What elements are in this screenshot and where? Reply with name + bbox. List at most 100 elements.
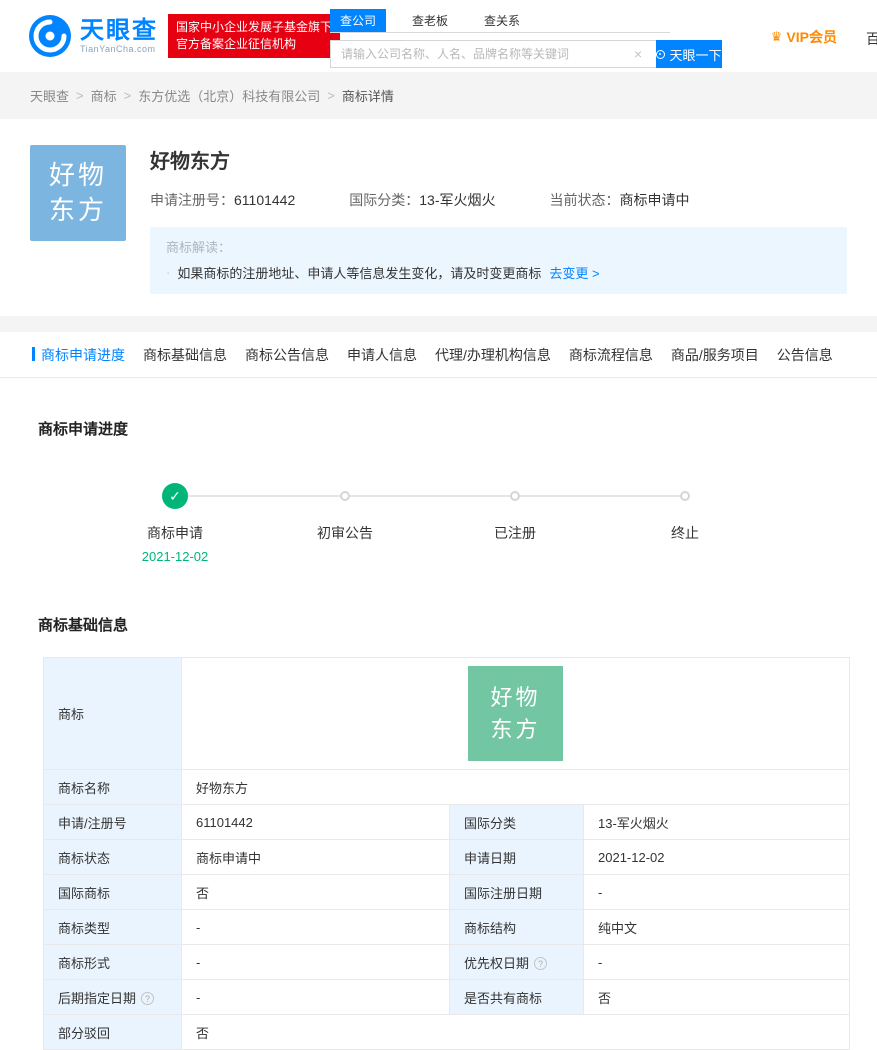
detail-tabbar: 商标申请进度 商标基础信息 商标公告信息 申请人信息 代理/办理机构信息 商标流… bbox=[0, 332, 877, 378]
row-value: - bbox=[181, 979, 450, 1015]
row-value: 纯中文 bbox=[583, 909, 850, 945]
row-label: 优先权日期? bbox=[449, 944, 584, 980]
gov-badge-line1: 国家中小企业发展子基金旗下 bbox=[176, 19, 333, 34]
row-value: 否 bbox=[181, 874, 450, 910]
row-value: - bbox=[181, 909, 450, 945]
row-label: 申请/注册号 bbox=[43, 804, 182, 840]
pending-dot-icon bbox=[340, 491, 350, 501]
row-value: - bbox=[583, 874, 850, 910]
vip-label: VIP会员 bbox=[786, 29, 837, 45]
trademark-meta: 申请注册号：61101442 国际分类：13-军火烟火 当前状态：商标申请中 bbox=[150, 190, 847, 210]
meta-status: 当前状态：商标申请中 bbox=[549, 192, 690, 208]
search-tab-boss[interactable]: 查老板 bbox=[402, 9, 458, 32]
logo-title: 天眼查 bbox=[80, 17, 158, 45]
row-label: 商标名称 bbox=[43, 769, 182, 805]
breadcrumb-separator: > bbox=[123, 88, 132, 103]
trademark-table-image: 好物 东方 bbox=[468, 666, 563, 761]
tab-announcement-info[interactable]: 商标公告信息 bbox=[245, 345, 329, 365]
row-value: - bbox=[181, 944, 450, 980]
breadcrumb-separator: > bbox=[327, 88, 335, 103]
tab-public-notice[interactable]: 公告信息 bbox=[777, 345, 833, 365]
tab-agency-info[interactable]: 代理/办理机构信息 bbox=[435, 345, 551, 365]
search-area: 查公司 查老板 查关系 × 天眼一下 bbox=[330, 9, 722, 68]
breadcrumb-trademark[interactable]: 商标 bbox=[91, 86, 117, 105]
pending-dot-icon bbox=[510, 491, 520, 501]
site-header: 天眼查 TianYanCha.com 国家中小企业发展子基金旗下 官方备案企业征… bbox=[0, 0, 877, 72]
row-value: 否 bbox=[181, 1014, 850, 1050]
table-row: 申请/注册号 61101442 国际分类 13-军火烟火 bbox=[43, 804, 850, 840]
tab-goods-services[interactable]: 商品/服务项目 bbox=[671, 345, 759, 365]
table-row: 商标 好物 东方 bbox=[43, 657, 850, 770]
row-value: 否 bbox=[583, 979, 850, 1015]
tab-process-info[interactable]: 商标流程信息 bbox=[569, 345, 653, 365]
row-value: 13-军火烟火 bbox=[583, 804, 850, 840]
row-label: 部分驳回 bbox=[43, 1014, 182, 1050]
help-icon[interactable]: ? bbox=[534, 956, 548, 970]
tianyancha-logo[interactable]: 天眼查 TianYanCha.com bbox=[28, 14, 158, 58]
status-badge: 商标申请中 bbox=[619, 192, 690, 208]
row-label: 商标类型 bbox=[43, 909, 182, 945]
crown-icon: ♛ bbox=[770, 29, 783, 44]
breadcrumb-current: 商标详情 bbox=[341, 89, 394, 104]
row-label: 国际分类 bbox=[449, 804, 584, 840]
table-row: 商标状态 商标申请中 申请日期 2021-12-02 bbox=[43, 839, 850, 875]
help-icon[interactable]: ? bbox=[141, 991, 155, 1005]
step-terminated: 终止 bbox=[515, 483, 770, 564]
header-right-partial-text: 百 bbox=[866, 31, 877, 47]
breadcrumb-home[interactable]: 天眼查 bbox=[30, 86, 69, 105]
tab-application-progress[interactable]: 商标申请进度 bbox=[32, 345, 125, 365]
clear-icon[interactable]: × bbox=[634, 46, 642, 62]
tab-basic-info[interactable]: 商标基础信息 bbox=[143, 345, 227, 365]
breadcrumb: 天眼查 > 商标 > 东方优选（北京）科技有限公司 > 商标详情 bbox=[0, 72, 877, 119]
search-input[interactable] bbox=[330, 40, 656, 68]
section-title-basic-info: 商标基础信息 bbox=[38, 617, 129, 634]
table-row: 商标形式 - 优先权日期? - bbox=[43, 944, 850, 980]
row-value: 61101442 bbox=[181, 804, 450, 840]
logo-subtitle: TianYanCha.com bbox=[80, 43, 156, 54]
trademark-summary-card: 好物 东方 好物东方 申请注册号：61101442 国际分类：13-军火烟火 当… bbox=[0, 119, 877, 316]
row-label: 商标结构 bbox=[449, 909, 584, 945]
trademark-logo-image: 好物 东方 bbox=[30, 145, 126, 241]
row-value: 2021-12-02 bbox=[583, 839, 850, 875]
row-value: - bbox=[583, 944, 850, 980]
search-button[interactable]: 天眼一下 bbox=[656, 40, 722, 68]
pending-dot-icon bbox=[680, 491, 690, 501]
row-value: 商标申请中 bbox=[181, 839, 450, 875]
page-title: 好物东方 bbox=[150, 151, 230, 173]
breadcrumb-separator: > bbox=[76, 88, 84, 103]
row-label: 后期指定日期? bbox=[43, 979, 182, 1015]
section-title-progress: 商标申请进度 bbox=[38, 421, 129, 438]
meta-intl-class: 国际分类：13-军火烟火 bbox=[349, 192, 496, 208]
row-label: 商标 bbox=[43, 657, 182, 770]
row-label: 商标形式 bbox=[43, 944, 182, 980]
row-label: 商标状态 bbox=[43, 839, 182, 875]
row-label: 国际商标 bbox=[43, 874, 182, 910]
meta-reg-number: 申请注册号：61101442 bbox=[150, 192, 296, 208]
trademark-note-box: 商标解读： · 如果商标的注册地址、申请人等信息发生变化，请及时变更商标 去变更… bbox=[150, 227, 847, 294]
table-row: 商标名称 好物东方 bbox=[43, 769, 850, 805]
table-row: 国际商标 否 国际注册日期 - bbox=[43, 874, 850, 910]
breadcrumb-company[interactable]: 东方优选（北京）科技有限公司 bbox=[138, 86, 320, 105]
row-label: 申请日期 bbox=[449, 839, 584, 875]
check-icon: ✓ bbox=[162, 483, 188, 509]
row-label: 是否共有商标 bbox=[449, 979, 584, 1015]
table-row: 部分驳回 否 bbox=[43, 1014, 850, 1050]
table-row: 后期指定日期? - 是否共有商标 否 bbox=[43, 979, 850, 1015]
search-tabs: 查公司 查老板 查关系 bbox=[330, 9, 670, 33]
tianyancha-logo-icon bbox=[28, 14, 72, 58]
row-label: 国际注册日期 bbox=[449, 874, 584, 910]
eye-icon bbox=[656, 49, 666, 59]
progress-stepper: ✓ 商标申请 2021-12-02 初审公告 已注册 终止 bbox=[90, 483, 839, 564]
go-change-link[interactable]: 去变更 > bbox=[549, 263, 599, 282]
section-divider bbox=[0, 316, 877, 332]
bullet-icon: · bbox=[166, 265, 171, 280]
vip-link[interactable]: ♛ VIP会员 bbox=[771, 27, 837, 47]
detail-card: 商标申请进度 商标基础信息 商标公告信息 申请人信息 代理/办理机构信息 商标流… bbox=[0, 332, 877, 1050]
gov-badge-line2: 官方备案企业征信机构 bbox=[176, 37, 297, 51]
note-title: 商标解读： bbox=[166, 240, 232, 255]
search-tab-company[interactable]: 查公司 bbox=[330, 9, 387, 32]
tab-applicant-info[interactable]: 申请人信息 bbox=[347, 345, 417, 365]
search-tab-relation[interactable]: 查关系 bbox=[474, 9, 530, 32]
note-text: 如果商标的注册地址、申请人等信息发生变化，请及时变更商标 bbox=[177, 266, 542, 281]
basic-info-table: 商标 好物 东方 商标名称 好物东方 申请/注册号 61101442 国际分类 … bbox=[43, 657, 850, 1050]
